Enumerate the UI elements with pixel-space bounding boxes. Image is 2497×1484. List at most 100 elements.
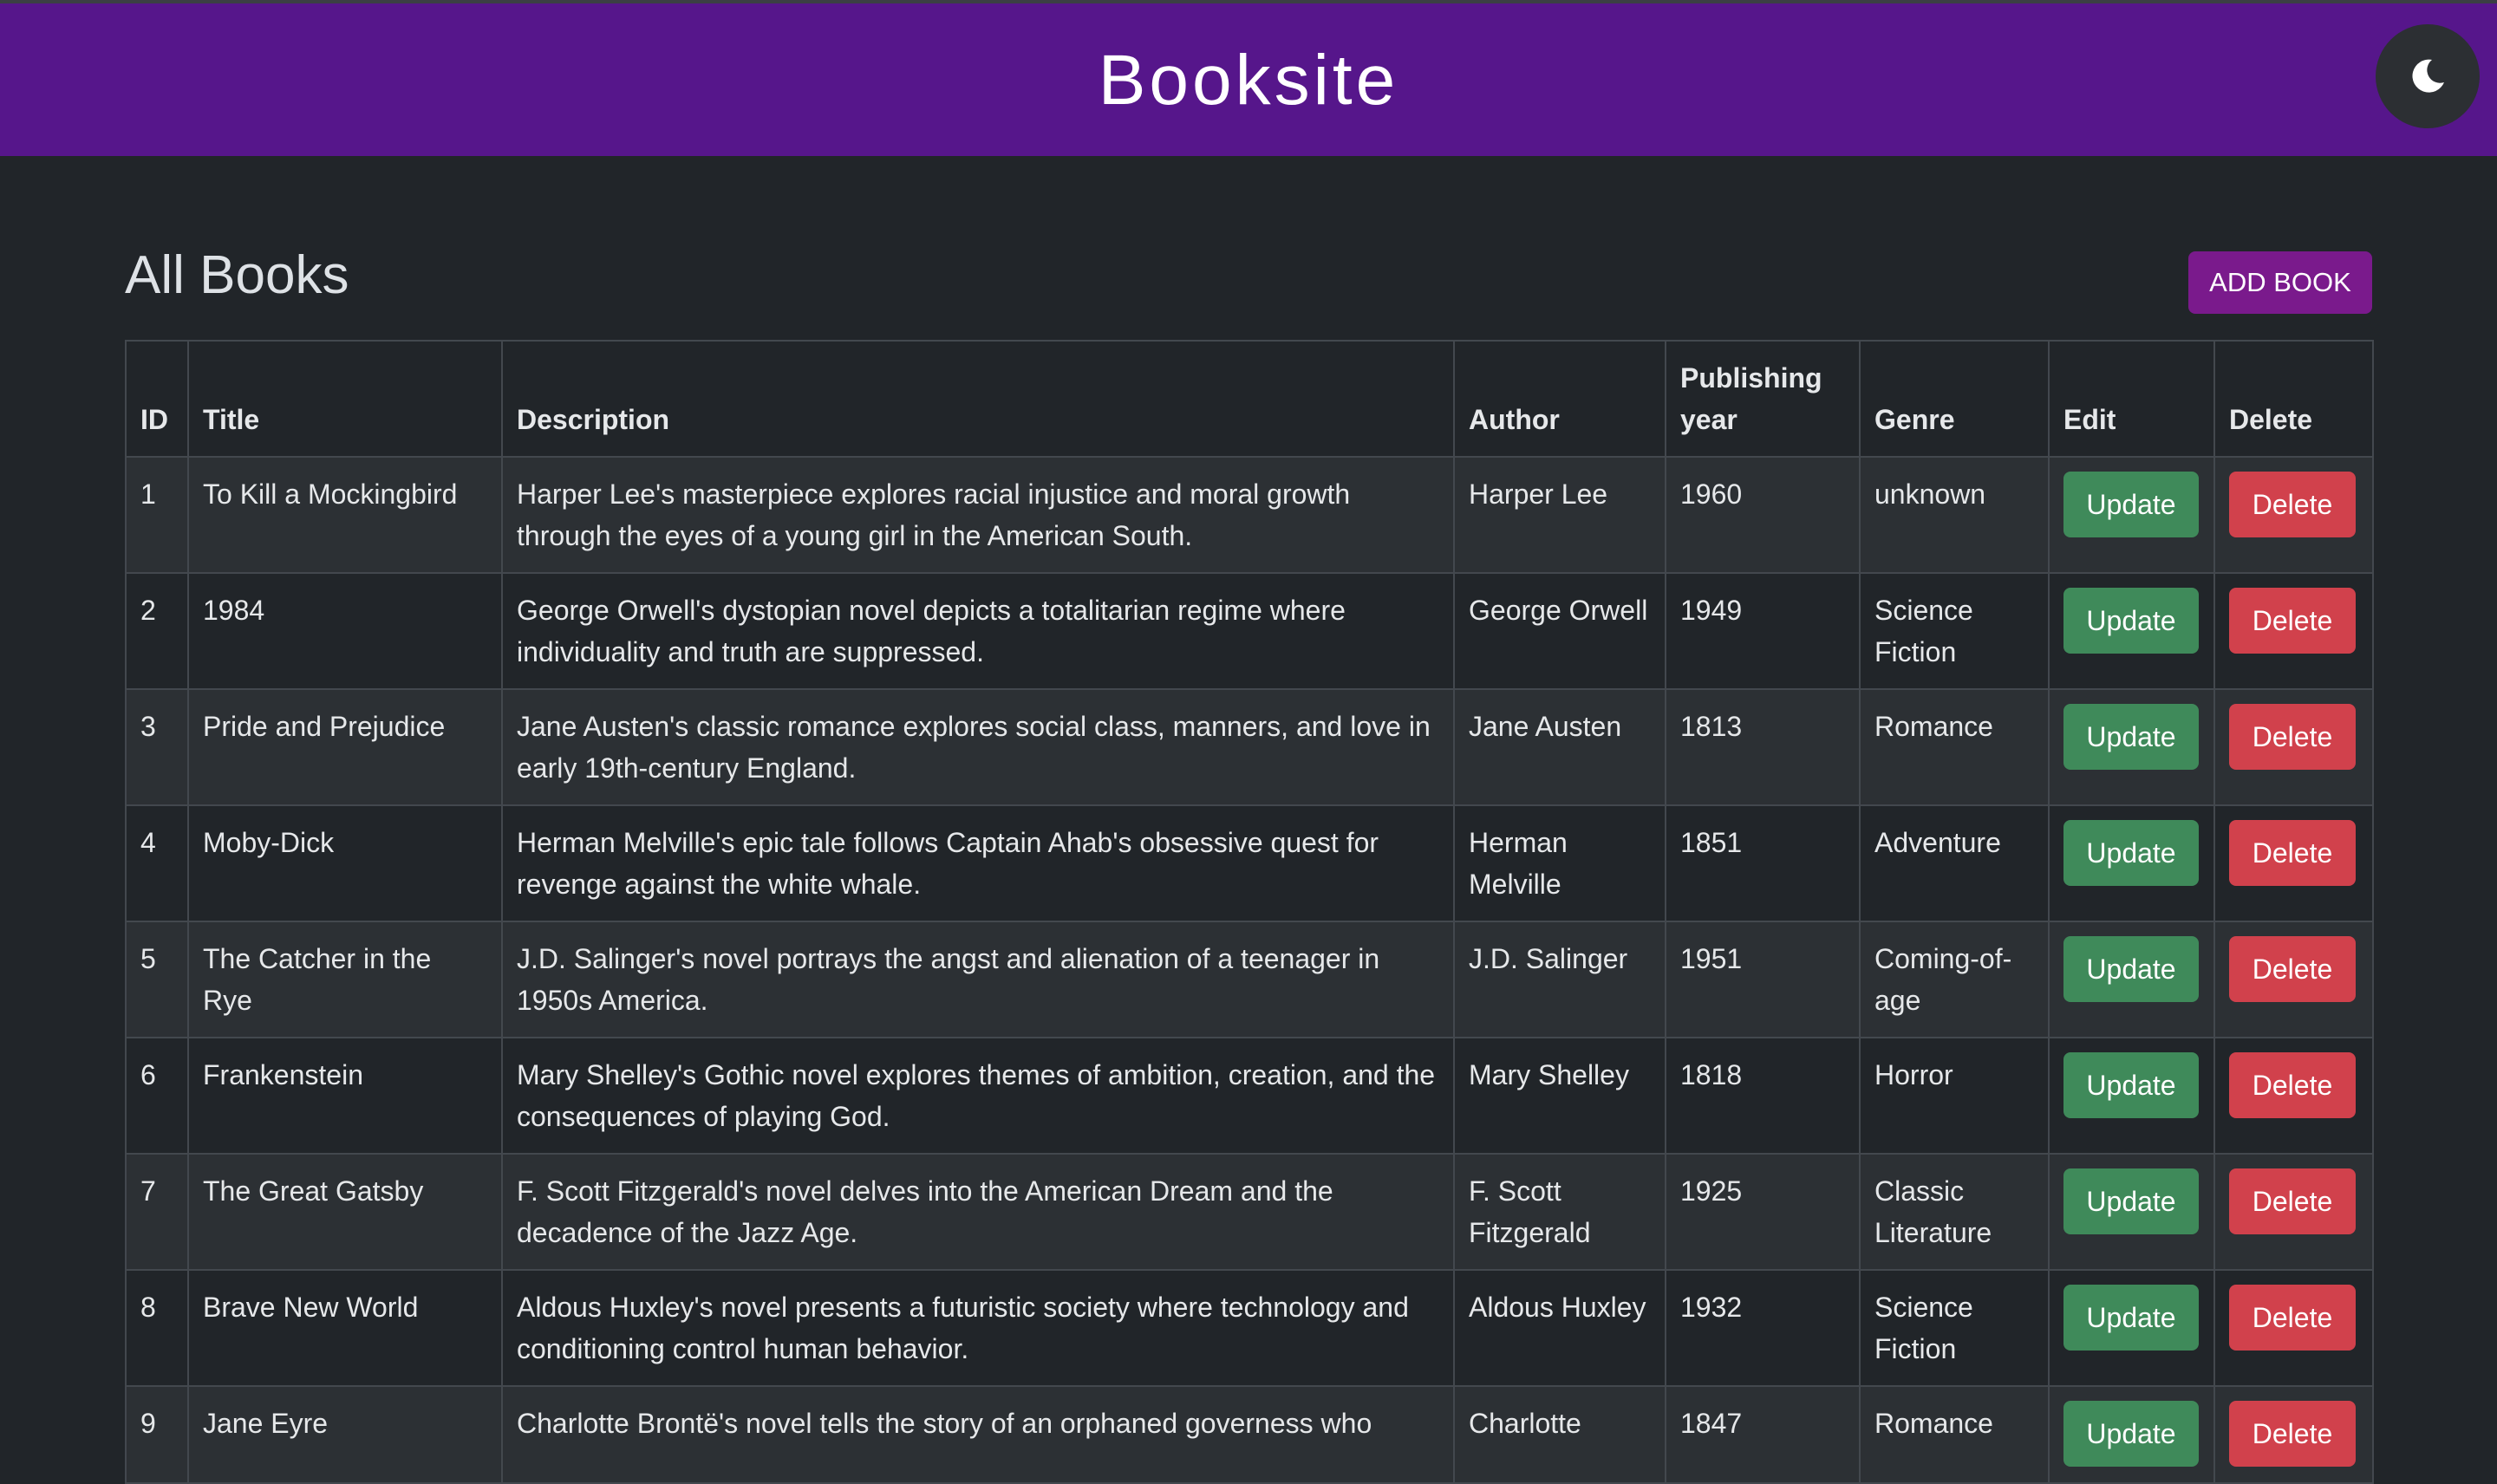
delete-button[interactable]: Delete [2229,704,2356,770]
cell-delete: Delete [2213,921,2374,1038]
table-row: 2 1984 George Orwell's dystopian novel dep… [125,572,2374,690]
books-table: ID Title Description Author Publishing y… [125,340,2374,1484]
delete-button[interactable]: Delete [2229,1052,2356,1118]
table-row: 7 The Great Gatsby F. Scott Fitzgerald's n… [125,1153,2374,1271]
theme-toggle-button[interactable] [2376,24,2480,128]
table-row: 8 Brave New World Aldous Huxley's novel pr… [125,1269,2374,1387]
add-book-button[interactable]: ADD BOOK [2188,251,2372,314]
cell-genre: Adventure [1859,804,2050,922]
cell-description: Herman Melville's epic tale follows Capt… [501,804,1455,922]
cell-description: Charlotte Brontë's novel tells the story… [501,1385,1455,1484]
cell-edit: Update [2048,1269,2215,1387]
update-button[interactable]: Update [2063,472,2199,537]
cell-publishing-year: 1932 [1665,1269,1861,1387]
cell-description: Harper Lee's masterpiece explores racial… [501,456,1455,574]
cell-author: George Orwell [1453,572,1666,690]
cell-author: Jane Austen [1453,688,1666,806]
cell-edit: Update [2048,688,2215,806]
top-bar: Booksite [0,0,2497,156]
cell-genre: Science Fiction [1859,1269,2050,1387]
cell-title: Moby-Dick [187,804,503,922]
cell-description: F. Scott Fitzgerald's novel delves into … [501,1153,1455,1271]
cell-delete: Delete [2213,1269,2374,1387]
column-header-genre: Genre [1859,340,2050,458]
delete-button[interactable]: Delete [2229,936,2356,1002]
column-header-author: Author [1453,340,1666,458]
update-button[interactable]: Update [2063,704,2199,770]
cell-edit: Update [2048,456,2215,574]
cell-author: F. Scott Fitzgerald [1453,1153,1666,1271]
cell-id: 4 [125,804,189,922]
delete-button[interactable]: Delete [2229,472,2356,537]
cell-delete: Delete [2213,456,2374,574]
cell-id: 1 [125,456,189,574]
cell-description: Aldous Huxley's novel presents a futuris… [501,1269,1455,1387]
cell-id: 8 [125,1269,189,1387]
cell-id: 3 [125,688,189,806]
cell-id: 6 [125,1037,189,1155]
cell-publishing-year: 1851 [1665,804,1861,922]
cell-description: Mary Shelley's Gothic novel explores the… [501,1037,1455,1155]
cell-genre: Coming-of-age [1859,921,2050,1038]
update-button[interactable]: Update [2063,588,2199,654]
cell-id: 9 [125,1385,189,1484]
cell-edit: Update [2048,1153,2215,1271]
cell-genre: Horror [1859,1037,2050,1155]
delete-button[interactable]: Delete [2229,588,2356,654]
cell-genre: Classic Literature [1859,1153,2050,1271]
update-button[interactable]: Update [2063,1052,2199,1118]
delete-button[interactable]: Delete [2229,1401,2356,1467]
cell-title: 1984 [187,572,503,690]
cell-edit: Update [2048,1385,2215,1484]
column-header-delete: Delete [2213,340,2374,458]
moon-icon [2412,59,2444,93]
table-row: 3 Pride and Prejudice Jane Austen's classi… [125,688,2374,806]
cell-title: To Kill a Mockingbird [187,456,503,574]
column-header-id: ID [125,340,189,458]
cell-edit: Update [2048,921,2215,1038]
delete-button[interactable]: Delete [2229,1168,2356,1234]
cell-genre: Romance [1859,688,2050,806]
update-button[interactable]: Update [2063,1285,2199,1351]
cell-publishing-year: 1818 [1665,1037,1861,1155]
update-button[interactable]: Update [2063,936,2199,1002]
cell-edit: Update [2048,804,2215,922]
cell-publishing-year: 1847 [1665,1385,1861,1484]
cell-publishing-year: 1951 [1665,921,1861,1038]
table-row: 6 Frankenstein Mary Shelley's Gothic novel… [125,1037,2374,1155]
cell-delete: Delete [2213,1153,2374,1271]
delete-button[interactable]: Delete [2229,1285,2356,1351]
cell-genre: Romance [1859,1385,2050,1484]
cell-delete: Delete [2213,1037,2374,1155]
site-brand[interactable]: Booksite [0,40,2497,121]
cell-description: George Orwell's dystopian novel depicts … [501,572,1455,690]
books-table-body: 1 To Kill a Mockingbird Harper Lee's maste… [125,456,2374,1484]
cell-publishing-year: 1813 [1665,688,1861,806]
cell-delete: Delete [2213,572,2374,690]
delete-button[interactable]: Delete [2229,820,2356,886]
cell-title: The Catcher in the Rye [187,921,503,1038]
cell-author: J.D. Salinger [1453,921,1666,1038]
column-header-title: Title [187,340,503,458]
cell-title: Brave New World [187,1269,503,1387]
cell-author: Harper Lee [1453,456,1666,574]
cell-title: The Great Gatsby [187,1153,503,1271]
cell-author: Aldous Huxley [1453,1269,1666,1387]
column-header-publishing-year: Publishing year [1665,340,1861,458]
update-button[interactable]: Update [2063,1168,2199,1234]
column-header-description: Description [501,340,1455,458]
table-row: 5 The Catcher in the Rye J.D. Salinger's n… [125,921,2374,1038]
cell-title: Jane Eyre [187,1385,503,1484]
cell-publishing-year: 1960 [1665,456,1861,574]
cell-delete: Delete [2213,804,2374,922]
cell-publishing-year: 1925 [1665,1153,1861,1271]
cell-id: 7 [125,1153,189,1271]
update-button[interactable]: Update [2063,1401,2199,1467]
cell-title: Frankenstein [187,1037,503,1155]
table-row: 1 To Kill a Mockingbird Harper Lee's maste… [125,456,2374,574]
cell-author: Charlotte [1453,1385,1666,1484]
update-button[interactable]: Update [2063,820,2199,886]
table-row: 9 Jane Eyre Charlotte Brontë's novel tells… [125,1385,2374,1484]
column-header-edit: Edit [2048,340,2215,458]
cell-delete: Delete [2213,1385,2374,1484]
